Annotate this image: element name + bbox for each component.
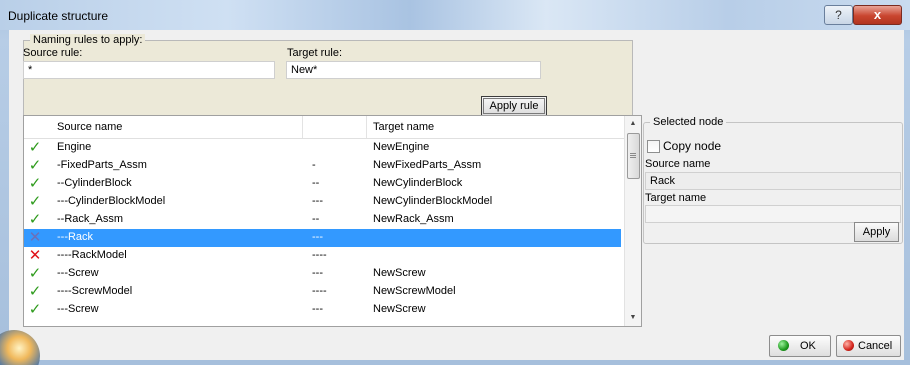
target-rule-input[interactable]: New* — [286, 61, 541, 79]
source-name-cell: ---Screw — [57, 267, 99, 279]
dialog-window: Duplicate structure ? x Naming rules to … — [0, 0, 910, 365]
table-row[interactable]: ✓ ---CylinderBlockModel --- NewCylinderBloc… — [24, 193, 621, 211]
target-name-cell: NewScrewModel — [373, 285, 456, 297]
source-name-cell: --CylinderBlock — [57, 177, 132, 189]
source-name-label: Source name — [645, 158, 711, 170]
cross-icon: ✕ — [28, 229, 42, 246]
checkmark-icon: ✓ — [28, 175, 42, 192]
table-row[interactable]: ✕ ----RackModel ---- — [24, 247, 621, 265]
ok-button[interactable]: OK — [769, 335, 831, 357]
target-rule-label: Target rule: — [287, 47, 343, 59]
checkmark-icon: ✓ — [28, 193, 42, 210]
apply-rule-button[interactable]: Apply rule — [481, 96, 547, 116]
source-rule-label: Source rule: — [23, 47, 83, 59]
window-title: Duplicate structure — [8, 9, 109, 23]
source-rule-input[interactable]: * — [23, 61, 275, 79]
table-row[interactable]: ✓ -FixedParts_Assm - NewFixedParts_Assm — [24, 157, 621, 175]
naming-rules-group: Naming rules to apply: Source rule: * Ta… — [23, 34, 633, 120]
checkmark-icon: ✓ — [28, 157, 42, 174]
separator-cell: ---- — [312, 249, 327, 261]
source-name-cell: ---Screw — [57, 303, 99, 315]
target-name-cell: NewRack_Assm — [373, 213, 454, 225]
table-row[interactable]: ✓ --CylinderBlock -- NewCylinderBlock — [24, 175, 621, 193]
column-header-source[interactable]: Source name — [57, 121, 122, 133]
checkmark-icon: ✓ — [28, 301, 42, 318]
vertical-scrollbar[interactable]: ▲ ▼ — [624, 116, 641, 326]
apply-button[interactable]: Apply — [854, 222, 899, 242]
help-icon: ? — [835, 8, 842, 22]
dialog-client: Naming rules to apply: Source rule: * Ta… — [9, 30, 904, 360]
checkmark-icon: ✓ — [28, 139, 42, 156]
structure-table: Source name Target name ✓ Engine NewEngine… — [23, 115, 642, 327]
separator-cell: - — [312, 159, 316, 171]
table-row[interactable]: ✓ ---Screw --- NewScrew — [24, 301, 621, 319]
cancel-icon — [843, 340, 854, 351]
target-name-cell: NewEngine — [373, 141, 430, 153]
column-divider[interactable] — [366, 116, 367, 138]
close-button[interactable]: x — [853, 5, 902, 25]
ok-icon — [778, 340, 789, 351]
cancel-label: Cancel — [858, 340, 893, 352]
thumb-grip — [630, 157, 636, 158]
target-name-cell: NewFixedParts_Assm — [373, 159, 482, 171]
column-header-target[interactable]: Target name — [373, 121, 434, 133]
source-name-cell: ----ScrewModel — [57, 285, 133, 297]
table-row[interactable]: ✓ ----ScrewModel ---- NewScrewModel — [24, 283, 621, 301]
source-name-field: Rack — [645, 172, 901, 190]
source-name-cell: -FixedParts_Assm — [57, 159, 147, 171]
separator-cell: --- — [312, 267, 323, 279]
naming-rules-title: Naming rules to apply: — [30, 34, 146, 46]
column-divider[interactable] — [302, 116, 303, 138]
scroll-thumb[interactable] — [627, 133, 640, 179]
checkmark-icon: ✓ — [28, 283, 42, 300]
target-name-cell: NewCylinderBlockModel — [373, 195, 493, 207]
target-name-input[interactable] — [645, 205, 901, 223]
selected-node-group: Selected node Copy node Source name Rack… — [643, 116, 903, 244]
selected-node-title: Selected node — [650, 116, 727, 128]
thumb-grip — [630, 155, 636, 156]
target-name-cell: NewScrew — [373, 303, 426, 315]
source-name-cell: --Rack_Assm — [57, 213, 124, 225]
table-row[interactable]: ✓ --Rack_Assm -- NewRack_Assm — [24, 211, 621, 229]
close-icon: x — [873, 7, 882, 22]
separator-cell: --- — [312, 231, 323, 243]
target-name-cell: NewScrew — [373, 267, 426, 279]
table-row[interactable]: ✕ ---Rack --- — [24, 229, 621, 247]
thumb-grip — [630, 153, 636, 154]
separator-cell: ---- — [312, 285, 327, 297]
copy-node-checkbox[interactable] — [647, 140, 660, 153]
source-name-cell: ---CylinderBlockModel — [57, 195, 166, 207]
help-button[interactable]: ? — [824, 5, 853, 25]
table-row[interactable]: ✓ ---Screw --- NewScrew — [24, 265, 621, 283]
source-name-cell: ----RackModel — [57, 249, 127, 261]
separator-cell: -- — [312, 177, 320, 189]
table-row[interactable]: ✓ Engine NewEngine — [24, 139, 621, 157]
copy-node-label: Copy node — [663, 139, 722, 153]
target-name-cell: NewCylinderBlock — [373, 177, 463, 189]
target-name-label: Target name — [645, 192, 707, 204]
checkmark-icon: ✓ — [28, 265, 42, 282]
table-header: Source name Target name — [24, 116, 624, 139]
checkmark-icon: ✓ — [28, 211, 42, 228]
cross-icon: ✕ — [28, 247, 42, 264]
scroll-up-icon[interactable]: ▲ — [625, 116, 641, 132]
source-name-cell: ---Rack — [57, 231, 94, 243]
separator-cell: -- — [312, 213, 320, 225]
cancel-button[interactable]: Cancel — [836, 335, 901, 357]
source-name-cell: Engine — [57, 141, 92, 153]
separator-cell: --- — [312, 303, 323, 315]
ok-label: OK — [800, 340, 816, 352]
scroll-down-icon[interactable]: ▼ — [625, 310, 641, 326]
title-bar[interactable]: Duplicate structure ? x — [0, 0, 910, 30]
separator-cell: --- — [312, 195, 323, 207]
